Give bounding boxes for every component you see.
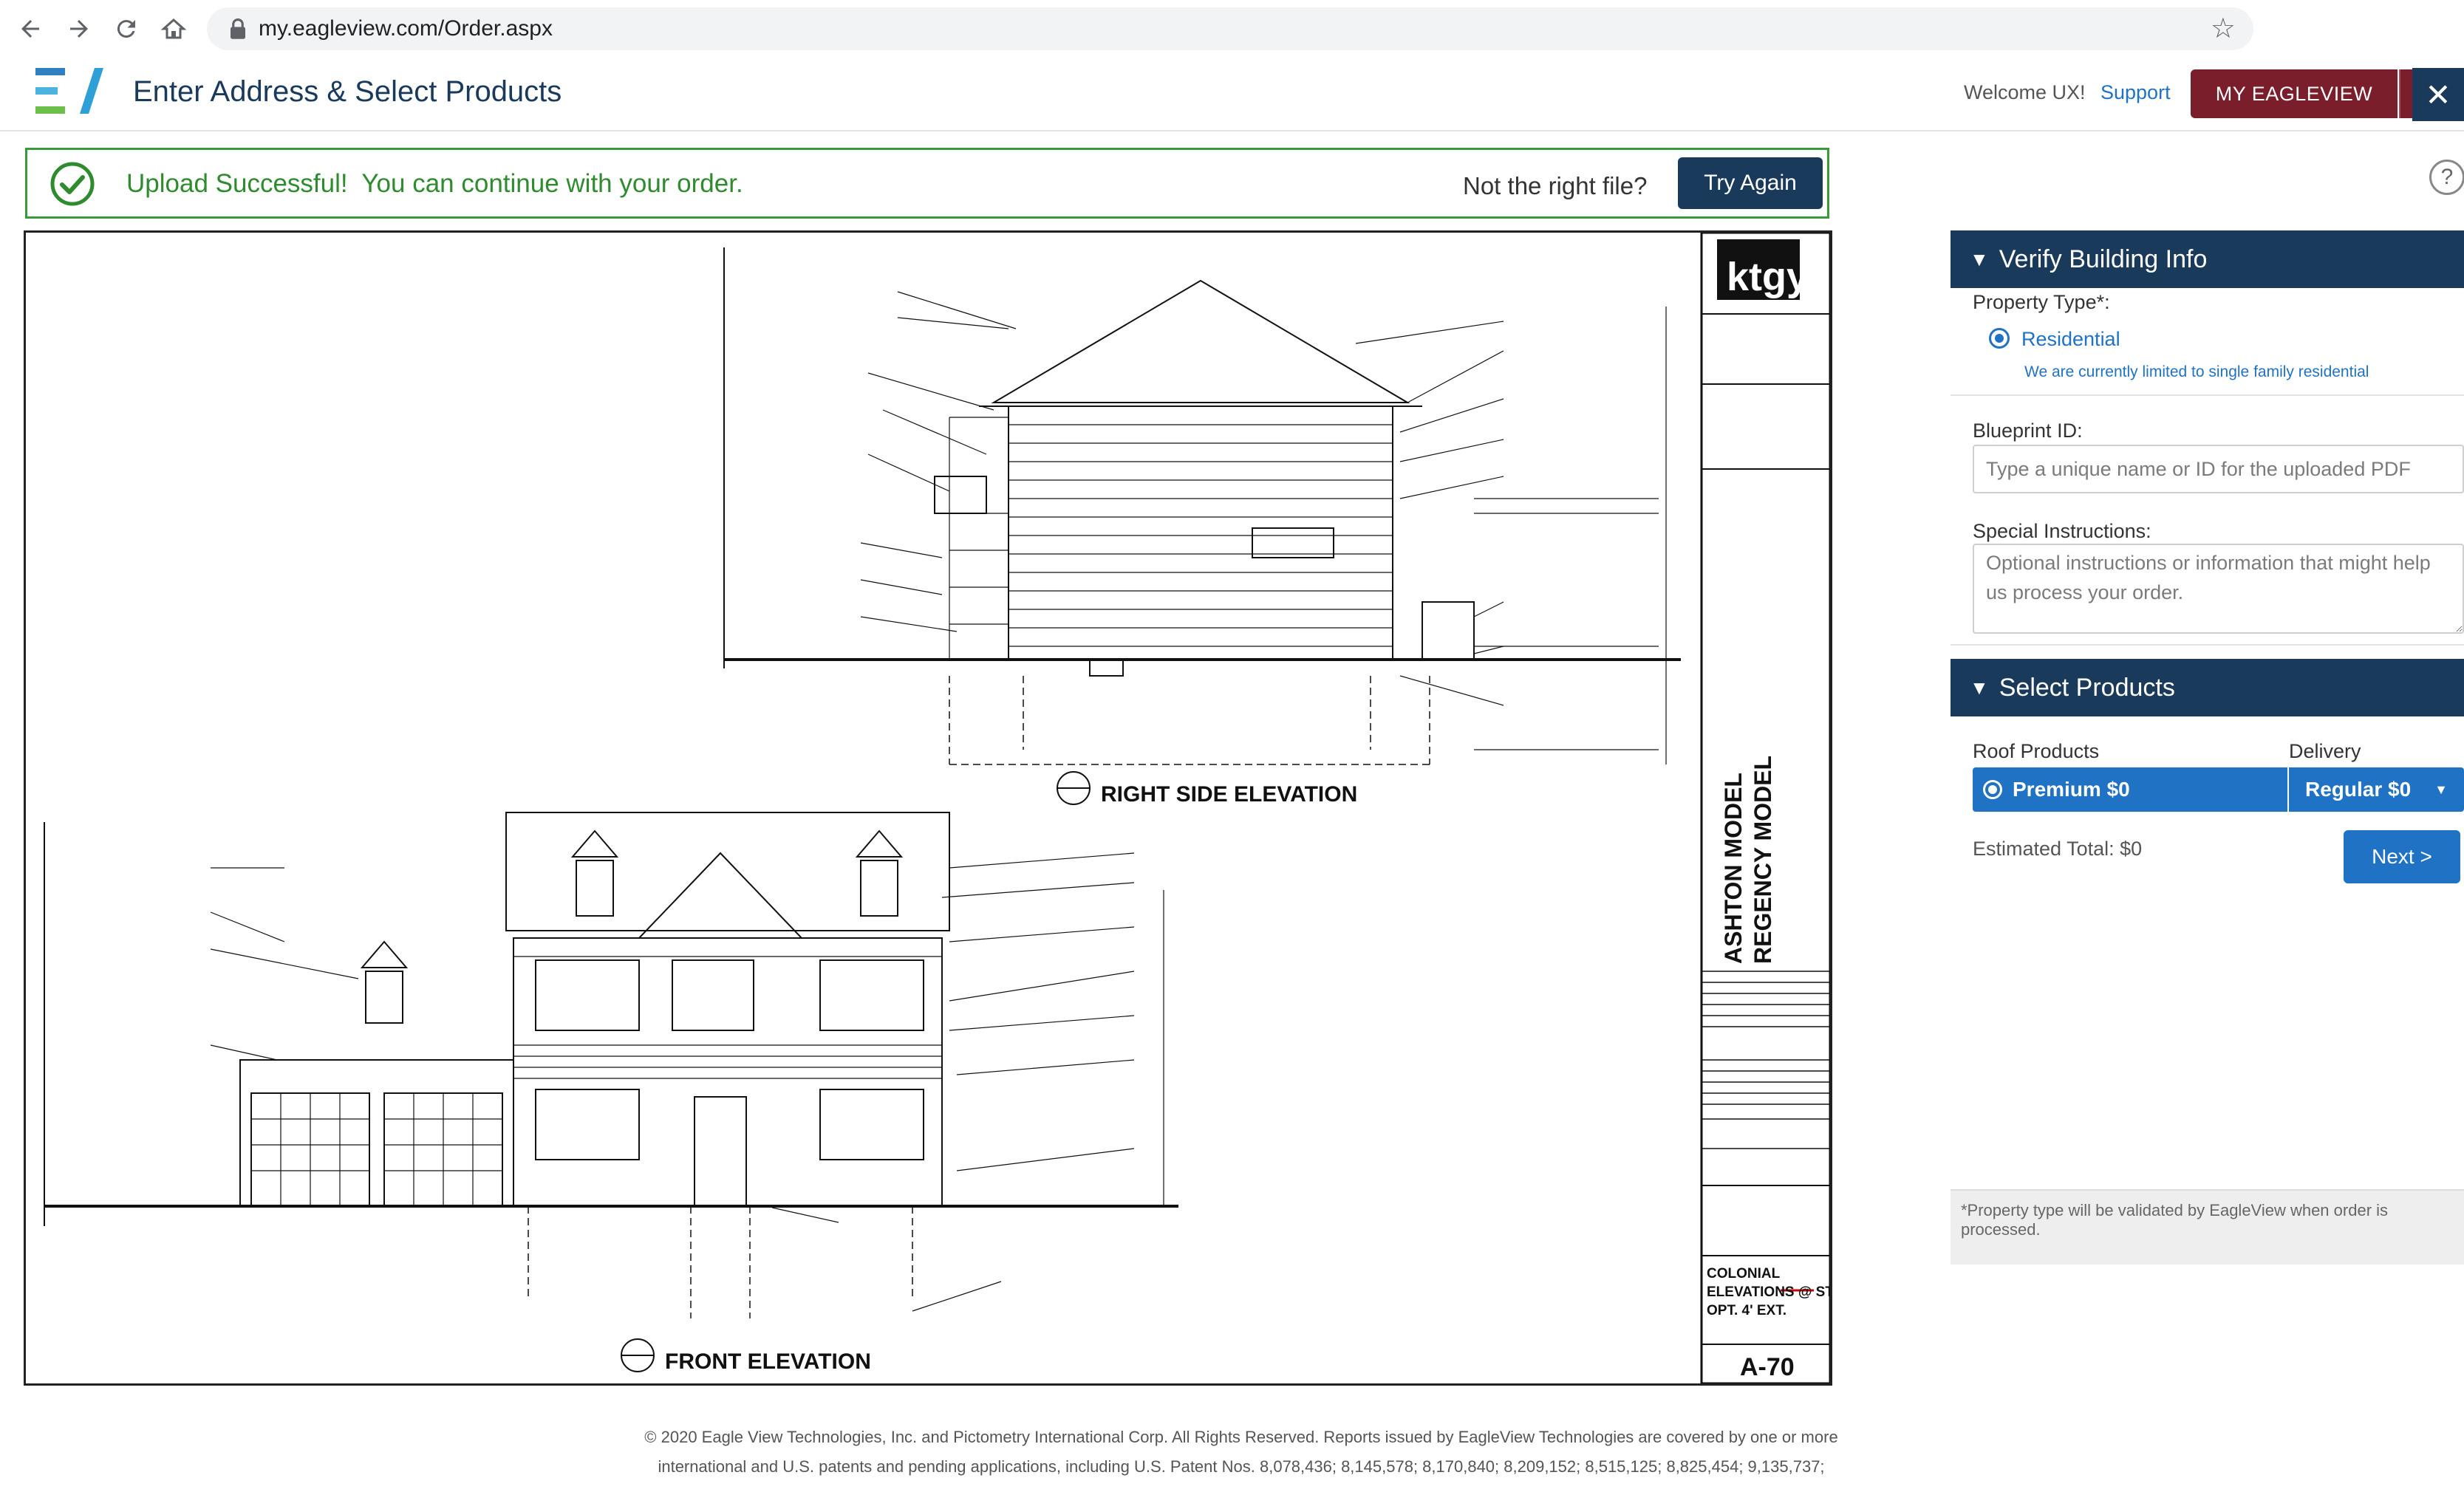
not-right-file-text: Not the right file? — [1463, 172, 1648, 199]
delivery-selected-value: Regular $0 — [2305, 778, 2412, 801]
verify-building-info-title: Verify Building Info — [1999, 244, 2208, 273]
url-text: my.eagleview.com/Order.aspx — [259, 16, 553, 41]
eagleview-logo[interactable] — [34, 65, 105, 120]
residential-note: We are currently limited to single famil… — [2024, 363, 2369, 380]
regency-model-label: REGENCY MODEL — [1750, 756, 1776, 964]
residential-radio[interactable] — [1989, 328, 2010, 349]
footer-patents: international and U.S. patents and pendi… — [658, 1457, 1825, 1476]
front-elevation-label: FRONT ELEVATION — [665, 1349, 871, 1374]
browser-toolbar: my.eagleview.com/Order.aspx ☆ — [0, 0, 2464, 58]
footer: © 2020 Eagle View Technologies, Inc. and… — [517, 1423, 1965, 1482]
blueprint-id-input[interactable] — [1973, 445, 2464, 493]
close-icon: ✕ — [2425, 77, 2451, 112]
estimated-total: Estimated Total: $0 — [1973, 838, 2143, 860]
right-side-elevation-label: RIGHT SIDE ELEVATION — [1101, 782, 1357, 807]
check-circle-icon — [50, 161, 95, 207]
forward-arrow-icon[interactable] — [61, 10, 98, 47]
property-type-label: Property Type*: — [1973, 291, 2110, 313]
roof-products-label: Roof Products — [1973, 740, 2100, 762]
page-title: Enter Address & Select Products — [133, 75, 562, 108]
divider — [1951, 394, 2464, 396]
sheet-title-line-2: ELEVATIONS @ STD — [1707, 1284, 1830, 1300]
sheet-title-line-1: COLONIAL — [1707, 1266, 1781, 1281]
property-type-disclaimer: *Property type will be validated by Eagl… — [1961, 1201, 2389, 1239]
disclaimer-box: *Property type will be validated by Eagl… — [1951, 1189, 2464, 1265]
sheet-number: A-70 — [1740, 1353, 1795, 1381]
select-products-header[interactable]: ▼ Select Products — [1951, 659, 2464, 716]
verify-building-info-header[interactable]: ▼ Verify Building Info — [1951, 230, 2464, 288]
ktgy-logo: ktgy — [1727, 255, 1809, 299]
welcome-text: Welcome UX! — [1964, 81, 2086, 103]
ashton-model-label: ASHTON MODEL — [1720, 773, 1747, 964]
divider — [1951, 644, 2464, 646]
back-arrow-icon[interactable] — [12, 10, 49, 47]
upload-success-message: Upload Successful! You can continue with… — [126, 169, 743, 198]
blueprint-drawing: RIGHT SIDE ELEVATION FRONT ELEVATION ktg… — [44, 231, 1844, 1385]
radio-selected-icon — [1983, 780, 2002, 799]
chevron-down-icon: ▼ — [1970, 676, 1989, 699]
delivery-label: Delivery — [2289, 740, 2361, 762]
app-header: Enter Address & Select Products Welcome … — [0, 58, 2464, 131]
help-icon[interactable]: ? — [2429, 160, 2464, 195]
blueprint-preview[interactable]: RIGHT SIDE ELEVATION FRONT ELEVATION ktg… — [24, 230, 1844, 1386]
home-icon[interactable] — [155, 10, 192, 47]
special-instructions-label: Special Instructions: — [1973, 520, 2151, 542]
support-link[interactable]: Support — [2100, 81, 2171, 104]
delivery-select[interactable]: Regular $0 ▼ — [2289, 767, 2464, 812]
residential-option-label[interactable]: Residential — [2021, 328, 2120, 351]
order-side-panel: ▼ Verify Building Info Property Type*: R… — [1951, 230, 2464, 1265]
my-eagleview-button[interactable]: MY EAGLEVIEW — [2191, 69, 2398, 118]
footer-copyright: © 2020 Eagle View Technologies, Inc. and… — [644, 1428, 1838, 1446]
blueprint-id-label: Blueprint ID: — [1973, 420, 2083, 442]
special-instructions-textarea[interactable] — [1973, 544, 2464, 634]
chevron-down-icon: ▼ — [1970, 247, 1989, 270]
upload-success-banner: Upload Successful! You can continue with… — [25, 148, 1829, 219]
select-products-title: Select Products — [1999, 673, 2175, 702]
close-button[interactable]: ✕ — [2412, 68, 2464, 121]
sheet-title-line-3: OPT. 4' EXT. — [1707, 1303, 1786, 1318]
bookmark-star-icon[interactable]: ☆ — [2211, 12, 2236, 45]
try-again-button[interactable]: Try Again — [1678, 157, 1823, 209]
next-button[interactable]: Next > — [2344, 830, 2460, 883]
premium-product-label: Premium $0 — [2013, 778, 2130, 801]
premium-product-option[interactable]: Premium $0 — [1973, 767, 2287, 812]
reload-icon[interactable] — [108, 10, 145, 47]
lock-icon — [223, 14, 253, 44]
caret-down-icon: ▼ — [2434, 781, 2448, 797]
address-bar[interactable]: my.eagleview.com/Order.aspx ☆ — [207, 7, 2253, 50]
